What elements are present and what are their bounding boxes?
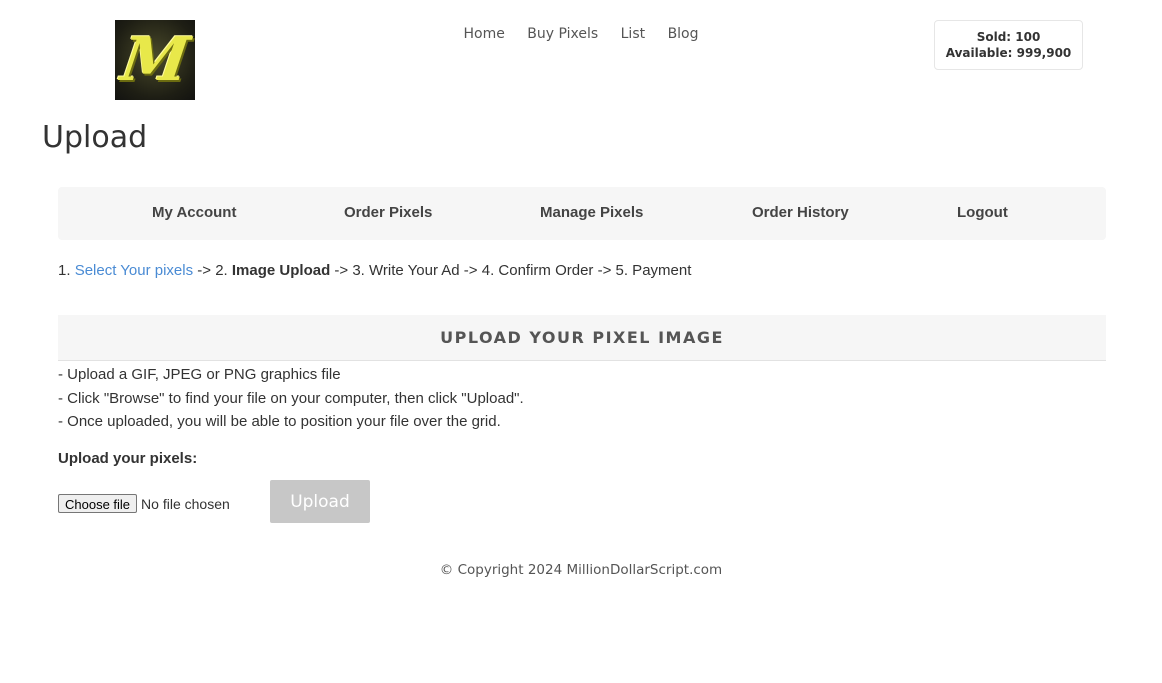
choose-file-button[interactable]: Choose file	[58, 494, 138, 513]
upload-instructions: - Upload a GIF, JPEG or PNG graphics fil…	[58, 363, 524, 434]
menu-order-history[interactable]: Order History	[752, 204, 849, 221]
file-input: Choose file No file chosen	[58, 494, 230, 513]
nav-blog-link[interactable]: Blog	[668, 26, 699, 42]
step-remaining: -> 3. Write Your Ad -> 4. Confirm Order …	[330, 262, 692, 279]
step-current: Image Upload	[231, 262, 331, 279]
step-2-prefix: -> 2.	[193, 262, 232, 279]
account-menu: My Account Order Pixels Manage Pixels Or…	[58, 187, 1106, 240]
order-steps: 1. Select Your pixels -> 2. Image Upload…	[58, 262, 691, 279]
nav-list-link[interactable]: List	[621, 26, 645, 42]
footer-copyright: © Copyright 2024 MillionDollarScript.com	[439, 562, 723, 578]
menu-logout[interactable]: Logout	[957, 204, 1008, 221]
instruction-line: - Upload a GIF, JPEG or PNG graphics fil…	[58, 366, 341, 383]
step-1-prefix: 1.	[58, 262, 75, 279]
menu-manage-pixels[interactable]: Manage Pixels	[540, 204, 643, 221]
available-count: Available: 999,900	[945, 46, 1072, 60]
file-status-text: No file chosen	[141, 495, 230, 512]
menu-my-account[interactable]: My Account	[152, 204, 236, 221]
sold-count: Sold: 100	[976, 30, 1041, 44]
upload-button[interactable]: Upload	[270, 480, 370, 523]
nav-buy-pixels-link[interactable]: Buy Pixels	[527, 26, 598, 42]
instruction-line: - Once uploaded, you will be able to pos…	[58, 413, 501, 430]
step-select-pixels-link[interactable]: Select Your pixels	[75, 262, 193, 279]
upload-pixels-label: Upload your pixels:	[58, 450, 198, 467]
menu-order-pixels[interactable]: Order Pixels	[344, 204, 432, 221]
page-title: Upload	[42, 120, 148, 155]
nav-home-link[interactable]: Home	[463, 26, 504, 42]
upload-panel-heading: UPLOAD YOUR PIXEL IMAGE	[58, 315, 1106, 361]
pixel-stats-box: Sold: 100 Available: 999,900	[934, 20, 1083, 70]
instruction-line: - Click "Browse" to find your file on yo…	[58, 389, 524, 407]
